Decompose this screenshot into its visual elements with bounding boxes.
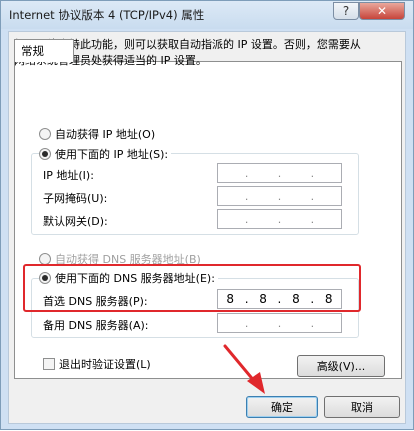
tab-general[interactable]: 常规 [14,39,74,62]
dns-highlight-annotation [23,264,361,312]
radio-auto-ip-label: 自动获得 IP 地址(O) [55,128,156,141]
close-button[interactable]: ✕ [359,2,405,20]
subnet-mask-input[interactable]: ... [217,186,342,206]
validate-on-exit-box [43,358,55,370]
window-title: Internet 协议版本 4 (TCP/IPv4) 属性 [9,8,205,22]
advanced-button[interactable]: 高级(V)... [297,355,385,377]
radio-auto-ip[interactable]: 自动获得 IP 地址(O) [39,126,155,142]
alternate-dns-label: 备用 DNS 服务器(A): [43,319,149,332]
subnet-mask-label: 子网掩码(U): [43,192,108,205]
title-bar: Internet 协议版本 4 (TCP/IPv4) 属性 ? ✕ [1,1,413,29]
alternate-dns-input[interactable]: ... [217,313,342,333]
properties-dialog: Internet 协议版本 4 (TCP/IPv4) 属性 ? ✕ 常规 如果网… [0,0,414,430]
validate-on-exit-checkbox[interactable]: 退出时验证设置(L) [43,356,151,372]
radio-manual-ip-circle [39,148,51,160]
validate-on-exit-label: 退出时验证设置(L) [59,358,151,371]
ip-address-label: IP 地址(I): [43,169,94,182]
radio-manual-ip-label: 使用下面的 IP 地址(S): [55,148,169,161]
radio-manual-ip[interactable]: 使用下面的 IP 地址(S): [39,146,172,162]
radio-auto-ip-circle [39,128,51,140]
ip-address-input[interactable]: ... [217,163,342,183]
default-gateway-label: 默认网关(D): [43,215,108,228]
help-button[interactable]: ? [333,2,359,20]
cancel-button[interactable]: 取消 [324,396,400,418]
ok-button[interactable]: 确定 [246,396,318,418]
default-gateway-input[interactable]: ... [217,209,342,229]
